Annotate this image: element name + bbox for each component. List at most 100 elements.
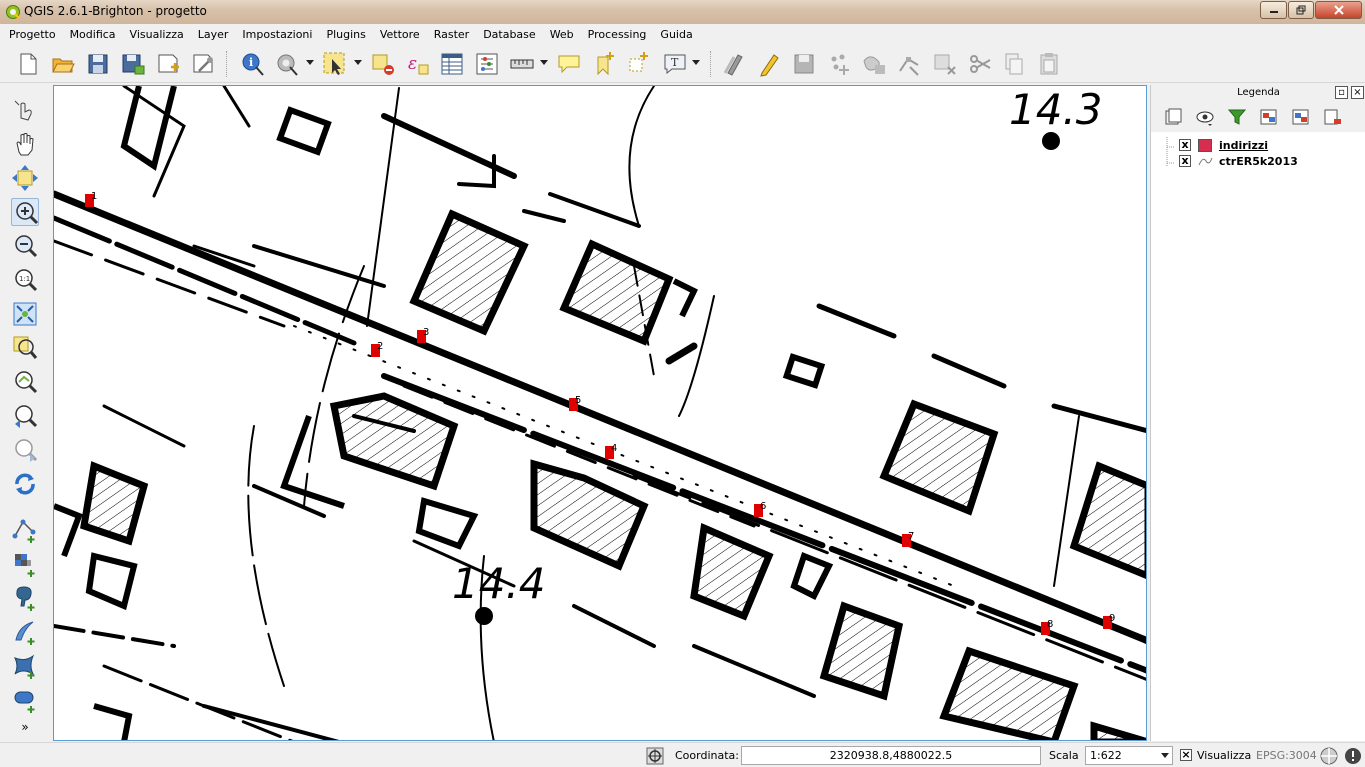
- address-marker[interactable]: 8: [1041, 619, 1055, 636]
- zoom-out-icon[interactable]: [11, 232, 39, 260]
- toggle-extents-icon[interactable]: [645, 746, 665, 766]
- coordinate-field[interactable]: 2320938.8,4880022.5: [741, 746, 1041, 765]
- field-calculator-icon[interactable]: [474, 51, 500, 77]
- new-project-icon[interactable]: [15, 51, 41, 77]
- address-marker[interactable]: 1: [85, 191, 99, 208]
- paste-features-icon[interactable]: [1036, 51, 1062, 77]
- new-bookmark-icon[interactable]: [591, 51, 617, 77]
- composer-manager-icon[interactable]: [190, 51, 216, 77]
- zoom-next-icon[interactable]: [11, 436, 39, 464]
- spot-height-label: 14.4: [452, 559, 546, 608]
- menu-progetto[interactable]: Progetto: [2, 28, 63, 41]
- touch-zoom-icon[interactable]: [11, 96, 39, 124]
- zoom-last-icon[interactable]: [11, 402, 39, 430]
- chevron-down-icon[interactable]: [1161, 753, 1169, 758]
- address-marker[interactable]: 4: [605, 443, 619, 460]
- new-print-composer-icon[interactable]: [155, 51, 181, 77]
- current-edits-icon[interactable]: [722, 51, 748, 77]
- attribute-table-icon[interactable]: [439, 51, 465, 77]
- remove-layer-icon[interactable]: [1323, 107, 1343, 127]
- save-project-icon[interactable]: [85, 51, 111, 77]
- menu-layer[interactable]: Layer: [191, 28, 236, 41]
- menu-guida[interactable]: Guida: [653, 28, 699, 41]
- map-canvas[interactable]: 14.3 14.4 1 2 3 4 5 6 7 8 9: [53, 85, 1147, 741]
- add-mssql-layer-icon[interactable]: [11, 652, 39, 680]
- menu-modifica[interactable]: Modifica: [63, 28, 123, 41]
- render-checkbox[interactable]: ×: [1180, 749, 1192, 761]
- map-tips-icon[interactable]: [556, 51, 582, 77]
- zoom-in-icon[interactable]: [11, 198, 39, 226]
- menu-processing[interactable]: Processing: [581, 28, 654, 41]
- layer-item-indirizzi[interactable]: x indirizzi: [1179, 137, 1268, 153]
- layer-visibility-checkbox[interactable]: x: [1179, 155, 1191, 167]
- annotation-dropdown-icon[interactable]: [692, 60, 700, 65]
- float-panel-icon[interactable]: ▫: [1335, 86, 1348, 99]
- address-marker[interactable]: 6: [754, 501, 768, 518]
- cut-features-icon[interactable]: [967, 51, 993, 77]
- menu-impostazioni[interactable]: Impostazioni: [235, 28, 319, 41]
- scale-combobox[interactable]: 1:622: [1085, 746, 1173, 765]
- open-project-icon[interactable]: [50, 51, 76, 77]
- run-feature-action-icon[interactable]: [274, 51, 300, 77]
- close-panel-icon[interactable]: ×: [1351, 86, 1364, 99]
- add-spatialite-layer-icon[interactable]: [11, 618, 39, 646]
- menu-vettore[interactable]: Vettore: [373, 28, 427, 41]
- add-feature-icon[interactable]: [826, 51, 852, 77]
- deselect-all-icon[interactable]: [370, 51, 396, 77]
- measure-icon[interactable]: [509, 51, 535, 77]
- more-tools-icon[interactable]: »: [11, 720, 39, 738]
- menu-database[interactable]: Database: [476, 28, 543, 41]
- close-button[interactable]: [1315, 1, 1362, 19]
- toggle-editing-icon[interactable]: [756, 51, 782, 77]
- save-as-icon[interactable]: [120, 51, 146, 77]
- minimize-button[interactable]: [1260, 1, 1287, 19]
- address-marker[interactable]: 2: [371, 341, 385, 358]
- add-vector-layer-icon[interactable]: [11, 516, 39, 544]
- layer-item-ctrer5k2013[interactable]: x ctrER5k2013: [1179, 153, 1298, 169]
- add-postgis-layer-icon[interactable]: [11, 584, 39, 612]
- move-feature-icon[interactable]: [861, 51, 887, 77]
- action-dropdown-icon[interactable]: [306, 60, 314, 65]
- select-dropdown-icon[interactable]: [354, 60, 362, 65]
- refresh-icon[interactable]: [11, 470, 39, 498]
- address-marker[interactable]: 9: [1103, 613, 1117, 630]
- node-tool-icon[interactable]: [896, 51, 922, 77]
- layer-name[interactable]: ctrER5k2013: [1219, 155, 1298, 168]
- add-oracle-layer-icon[interactable]: [11, 686, 39, 714]
- delete-selected-icon[interactable]: [932, 51, 958, 77]
- zoom-to-layer-icon[interactable]: [11, 368, 39, 396]
- manage-visibility-icon[interactable]: [1195, 107, 1215, 127]
- add-raster-layer-icon[interactable]: [11, 550, 39, 578]
- menu-plugins[interactable]: Plugins: [319, 28, 372, 41]
- show-bookmarks-icon[interactable]: [626, 51, 652, 77]
- messages-icon[interactable]: [1343, 746, 1363, 766]
- menu-raster[interactable]: Raster: [427, 28, 476, 41]
- menu-visualizza[interactable]: Visualizza: [123, 28, 191, 41]
- zoom-native-icon[interactable]: 1:1: [11, 266, 39, 294]
- text-annotation-icon[interactable]: T: [662, 51, 688, 77]
- layer-visibility-checkbox[interactable]: x: [1179, 139, 1191, 151]
- collapse-all-icon[interactable]: [1291, 107, 1311, 127]
- pan-icon[interactable]: [11, 130, 39, 158]
- copy-features-icon[interactable]: [1001, 51, 1027, 77]
- pan-to-selection-icon[interactable]: [11, 164, 39, 192]
- address-marker[interactable]: 5: [569, 395, 583, 412]
- filter-legend-icon[interactable]: [1227, 107, 1247, 127]
- menu-web[interactable]: Web: [543, 28, 581, 41]
- identify-icon[interactable]: i: [240, 51, 266, 77]
- address-marker[interactable]: 3: [417, 327, 431, 344]
- expression-icon[interactable]: ε: [405, 51, 431, 77]
- select-features-icon[interactable]: [322, 51, 348, 77]
- crs-globe-icon[interactable]: [1319, 746, 1339, 766]
- layer-name[interactable]: indirizzi: [1219, 139, 1268, 152]
- zoom-to-selection-icon[interactable]: [11, 334, 39, 362]
- measure-dropdown-icon[interactable]: [540, 60, 548, 65]
- zoom-full-icon[interactable]: [11, 300, 39, 328]
- address-marker[interactable]: 7: [902, 531, 916, 548]
- add-group-icon[interactable]: [1163, 107, 1183, 127]
- expand-all-icon[interactable]: [1259, 107, 1279, 127]
- main-toolbar: i ε T: [0, 45, 1365, 83]
- save-layer-edits-icon[interactable]: [791, 51, 817, 77]
- crs-status-label[interactable]: EPSG:3004: [1256, 749, 1317, 762]
- maximize-button[interactable]: [1288, 1, 1314, 19]
